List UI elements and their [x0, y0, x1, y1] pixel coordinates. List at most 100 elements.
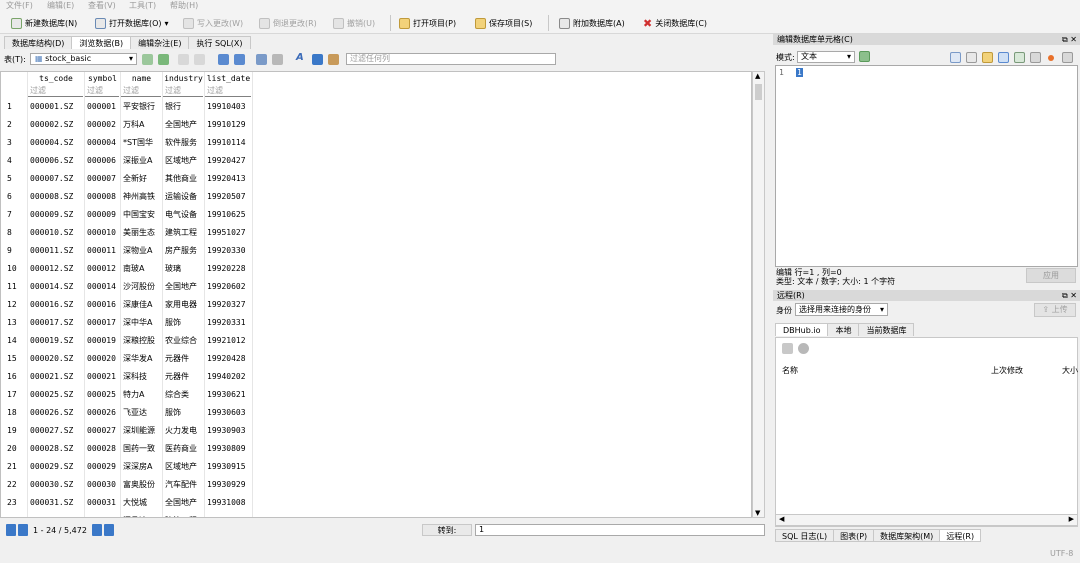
- font-icon[interactable]: A: [296, 52, 304, 63]
- cell-ts-code[interactable]: 000021.SZ: [30, 368, 84, 385]
- attach-database-button[interactable]: 附加数据库(A): [556, 14, 628, 32]
- cell-symbol[interactable]: 000028: [87, 440, 120, 457]
- cell-ts-code[interactable]: 000001.SZ: [30, 98, 84, 115]
- cell-industry[interactable]: 全国地产: [165, 494, 204, 511]
- cell-industry[interactable]: 全国地产: [165, 116, 204, 133]
- cell-industry[interactable]: 元器件: [165, 368, 204, 385]
- cell-name[interactable]: 美丽生态: [123, 224, 162, 241]
- cell-list-date[interactable]: 19910403: [207, 98, 252, 115]
- cell-ts-code[interactable]: 000016.SZ: [30, 296, 84, 313]
- cell-list-date[interactable]: 19930929: [207, 476, 252, 493]
- cell-symbol[interactable]: 000027: [87, 422, 120, 439]
- row-number[interactable]: 8: [1, 224, 27, 241]
- cell-industry[interactable]: 农业综合: [165, 332, 204, 349]
- upload-button[interactable]: ⇪ 上传: [1034, 303, 1076, 317]
- vertical-scrollbar[interactable]: ▲ ▼: [752, 71, 765, 518]
- cell-symbol[interactable]: 000006: [87, 152, 120, 169]
- cell-list-date[interactable]: 19930621: [207, 386, 252, 403]
- cell-ts-code[interactable]: 000011.SZ: [30, 242, 84, 259]
- row-number[interactable]: 4: [1, 152, 27, 169]
- cell-industry[interactable]: 区域地产: [165, 152, 204, 169]
- tab-current-db[interactable]: 当前数据库: [858, 323, 915, 336]
- row-number[interactable]: 2: [1, 116, 27, 133]
- cell-symbol[interactable]: 000008: [87, 188, 120, 205]
- cell-list-date[interactable]: 19910129: [207, 116, 252, 133]
- cell-name[interactable]: 全新好: [123, 170, 162, 187]
- cell-ts-code[interactable]: 000008.SZ: [30, 188, 84, 205]
- cell-industry[interactable]: 医药商业: [165, 440, 204, 457]
- cell-industry[interactable]: 家用电器: [165, 296, 204, 313]
- table-select[interactable]: ▦ stock_basic ▾: [30, 53, 137, 65]
- cell-ts-code[interactable]: 000002.SZ: [30, 116, 84, 133]
- cell-list-date[interactable]: 19930915: [207, 458, 252, 475]
- cell-symbol[interactable]: 000032: [87, 512, 120, 517]
- row-number[interactable]: 14: [1, 332, 27, 349]
- scroll-right-icon[interactable]: ▶: [1069, 515, 1074, 523]
- previous-record-icon[interactable]: [18, 524, 28, 536]
- cell-ts-code[interactable]: 000032.SZ: [30, 512, 84, 517]
- new-database-button[interactable]: 新建数据库(N): [8, 14, 80, 32]
- evaluate-icon[interactable]: [1030, 52, 1041, 63]
- copy-icon[interactable]: [272, 54, 283, 65]
- cell-name[interactable]: 万科A: [123, 116, 162, 133]
- open-database-button[interactable]: 打开数据库(O) ▾: [92, 14, 172, 32]
- cell-list-date[interactable]: 19910625: [207, 206, 252, 223]
- delete-record-icon[interactable]: [234, 54, 245, 65]
- cell-industry[interactable]: 元器件: [165, 350, 204, 367]
- scroll-thumb[interactable]: [755, 84, 762, 100]
- save-filter-icon[interactable]: [194, 54, 205, 65]
- column-header-ts-code[interactable]: ts_code: [28, 72, 84, 86]
- word-wrap-icon[interactable]: [950, 52, 961, 63]
- panel-controls[interactable]: ⧉ ✕: [1062, 34, 1077, 45]
- cell-list-date[interactable]: 19920228: [207, 260, 252, 277]
- cell-name[interactable]: 特力A: [123, 386, 162, 403]
- cell-list-date[interactable]: 19951027: [207, 224, 252, 241]
- cell-industry[interactable]: 火力发电: [165, 422, 204, 439]
- print-cell-icon[interactable]: [1062, 52, 1073, 63]
- import-icon[interactable]: [982, 52, 993, 63]
- filter-all-input[interactable]: 过滤任何列: [346, 53, 556, 65]
- tab-execute-sql[interactable]: 执行 SQL(X): [188, 36, 251, 49]
- cell-ts-code[interactable]: 000012.SZ: [30, 260, 84, 277]
- data-grid[interactable]: ts_code symbol name industry list_date 过…: [0, 71, 752, 518]
- clear-filter-icon[interactable]: [178, 54, 189, 65]
- cell-name[interactable]: 深深房A: [123, 458, 162, 475]
- cell-list-date[interactable]: 19920428: [207, 350, 252, 367]
- column-header-name[interactable]: name: [121, 72, 162, 86]
- cell-symbol[interactable]: 000019: [87, 332, 120, 349]
- cell-ts-code[interactable]: 000028.SZ: [30, 440, 84, 457]
- column-header-list-date[interactable]: list_date: [205, 72, 252, 86]
- cell-symbol[interactable]: 000010: [87, 224, 120, 241]
- cell-ts-code[interactable]: 000031.SZ: [30, 494, 84, 511]
- cell-list-date[interactable]: 19920331: [207, 314, 252, 331]
- tab-local[interactable]: 本地: [827, 323, 860, 336]
- mode-select[interactable]: 文本 ▾: [797, 51, 855, 63]
- row-number[interactable]: 15: [1, 350, 27, 367]
- scroll-down-icon[interactable]: ▼: [755, 509, 760, 517]
- cell-industry[interactable]: 服饰: [165, 404, 204, 421]
- cell-list-date[interactable]: 19931008: [207, 494, 252, 511]
- cell-symbol[interactable]: 000002: [87, 116, 120, 133]
- cell-symbol[interactable]: 000004: [87, 134, 120, 151]
- cell-industry[interactable]: 房产服务: [165, 242, 204, 259]
- cell-list-date[interactable]: 19930903: [207, 422, 252, 439]
- cell-industry[interactable]: 汽车配件: [165, 476, 204, 493]
- row-number[interactable]: 1: [1, 98, 27, 115]
- chevron-down-icon[interactable]: ▾: [165, 19, 169, 28]
- revert-changes-button[interactable]: 倒退更改(R): [256, 14, 320, 32]
- column-header-industry[interactable]: industry: [163, 72, 204, 86]
- cell-industry[interactable]: 银行: [165, 98, 204, 115]
- cell-symbol[interactable]: 000009: [87, 206, 120, 223]
- cell-name[interactable]: 平安银行: [123, 98, 162, 115]
- first-record-icon[interactable]: [6, 524, 16, 536]
- cell-name[interactable]: *ST国华: [123, 134, 162, 151]
- cell-symbol[interactable]: 000021: [87, 368, 120, 385]
- row-number[interactable]: 20: [1, 440, 27, 457]
- last-record-icon[interactable]: [103, 524, 114, 536]
- cell-list-date[interactable]: 19930809: [207, 440, 252, 457]
- cell-name[interactable]: 大悦城: [123, 494, 162, 511]
- cell-symbol[interactable]: 000031: [87, 494, 120, 511]
- column-header-symbol[interactable]: symbol: [85, 72, 120, 86]
- tab-db-structure[interactable]: 数据库结构(D): [4, 36, 73, 49]
- cell-list-date[interactable]: 19920507: [207, 188, 252, 205]
